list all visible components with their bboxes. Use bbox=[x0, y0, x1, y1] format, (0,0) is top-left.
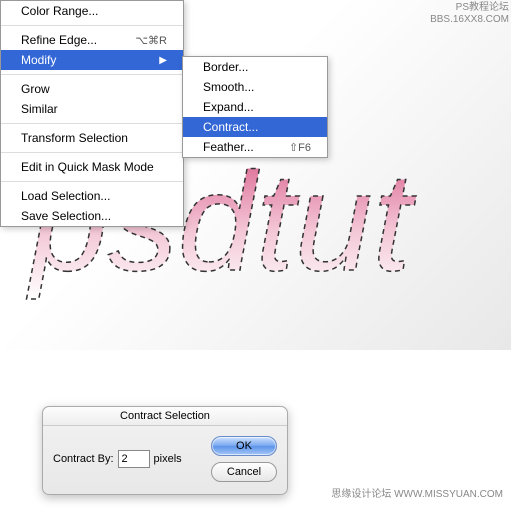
menu-separator bbox=[1, 25, 183, 26]
menu-save-selection[interactable]: Save Selection... bbox=[1, 206, 183, 226]
menu-refine-edge[interactable]: Refine Edge...⌥⌘R bbox=[1, 30, 183, 50]
menu-separator bbox=[1, 74, 183, 75]
contract-label: Contract By: bbox=[53, 453, 114, 465]
watermark-line2: BBS.16XX8.COM bbox=[430, 14, 509, 26]
menu-transform-selection[interactable]: Transform Selection bbox=[1, 128, 183, 148]
menu-similar[interactable]: Similar bbox=[1, 99, 183, 119]
contract-unit: pixels bbox=[154, 453, 182, 465]
menu-separator bbox=[1, 181, 183, 182]
menu-separator bbox=[1, 123, 183, 124]
menu-load-selection[interactable]: Load Selection... bbox=[1, 186, 183, 206]
submenu-expand[interactable]: Expand... bbox=[183, 97, 327, 117]
modify-submenu[interactable]: Border... Smooth... Expand... Contract..… bbox=[182, 56, 328, 158]
contract-dialog: Contract Selection Contract By: pixels O… bbox=[42, 406, 288, 495]
dialog-title: Contract Selection bbox=[43, 407, 287, 426]
contract-input[interactable] bbox=[118, 450, 150, 468]
submenu-smooth[interactable]: Smooth... bbox=[183, 77, 327, 97]
watermark-bottom: 思缘设计论坛 WWW.MISSYUAN.COM bbox=[331, 485, 503, 500]
menu-grow[interactable]: Grow bbox=[1, 79, 183, 99]
submenu-contract[interactable]: Contract... bbox=[183, 117, 327, 137]
ok-button[interactable]: OK bbox=[211, 436, 277, 456]
submenu-feather[interactable]: Feather...⇧F6 bbox=[183, 137, 327, 157]
menu-modify[interactable]: Modify▶ bbox=[1, 50, 183, 70]
menu-quick-mask[interactable]: Edit in Quick Mask Mode bbox=[1, 157, 183, 177]
menu-separator bbox=[1, 152, 183, 153]
submenu-border[interactable]: Border... bbox=[183, 57, 327, 77]
cancel-button[interactable]: Cancel bbox=[211, 462, 277, 482]
watermark-line1: PS教程论坛 bbox=[430, 2, 509, 14]
watermark-top: PS教程论坛 BBS.16XX8.COM bbox=[430, 2, 509, 26]
submenu-arrow-icon: ▶ bbox=[159, 55, 167, 66]
menu-color-range[interactable]: Color Range... bbox=[1, 1, 183, 21]
select-menu[interactable]: Color Range... Refine Edge...⌥⌘R Modify▶… bbox=[0, 0, 184, 227]
